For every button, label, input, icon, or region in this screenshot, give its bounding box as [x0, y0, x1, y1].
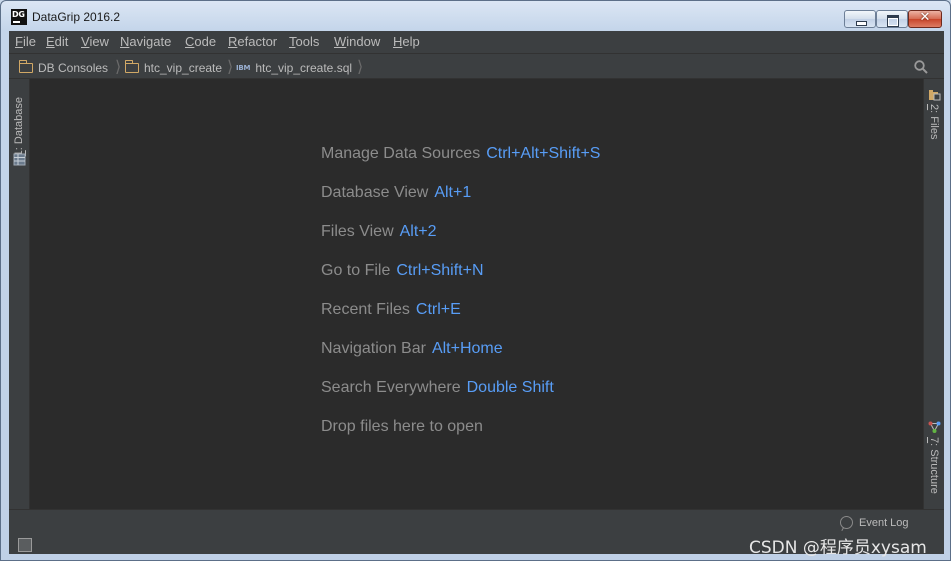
- tool-window-text: : Database: [13, 97, 25, 151]
- right-tool-strip: 2: Files 7: Structure: [923, 79, 944, 509]
- breadcrumb-label: htc_vip_create: [144, 61, 223, 75]
- tool-window-database[interactable]: 1: Database: [11, 97, 28, 169]
- hint-shortcut: Ctrl+Alt+Shift+S: [486, 145, 601, 162]
- tool-window-structure[interactable]: 7: Structure: [926, 421, 943, 503]
- hint-label: Files View: [321, 223, 394, 240]
- menu-label: ode: [194, 34, 217, 49]
- event-log-label: Event Log: [859, 516, 909, 529]
- tool-window-label: 7: Structure: [928, 437, 940, 494]
- tool-window-files[interactable]: 2: Files: [926, 87, 943, 143]
- hint-go-to-file: Go to File Ctrl+Shift+N: [321, 262, 484, 280]
- menu-label: iew: [89, 34, 109, 49]
- folder-icon: [124, 60, 139, 73]
- menu-label: indow: [346, 34, 381, 49]
- event-log-button[interactable]: Event Log: [840, 516, 909, 529]
- hint-drop-files: Drop files here to open: [321, 418, 483, 436]
- hint-label: Go to File: [321, 262, 391, 279]
- breadcrumb-label: htc_vip_create.sql: [255, 61, 353, 75]
- folder-icon: [18, 60, 33, 73]
- breadcrumb-db-consoles[interactable]: DB Consoles: [18, 59, 109, 77]
- sql-file-icon: IBM: [236, 64, 251, 72]
- search-icon[interactable]: [914, 60, 928, 74]
- hint-manage-data-sources: Manage Data Sources Ctrl+Alt+Shift+S: [321, 145, 600, 163]
- app-icon-text: DG: [12, 10, 25, 19]
- hint-label: Search Everywhere: [321, 379, 461, 396]
- menu-label: elp: [402, 34, 420, 49]
- database-icon: [13, 153, 26, 166]
- left-tool-strip: 1: Database: [9, 79, 30, 509]
- hint-search-everywhere: Search Everywhere Double Shift: [321, 379, 554, 397]
- hint-label: Recent Files: [321, 301, 410, 318]
- menu-label: ile: [22, 34, 36, 49]
- editor-area[interactable]: Manage Data Sources Ctrl+Alt+Shift+S Data…: [31, 79, 922, 509]
- minimize-button[interactable]: [844, 10, 876, 28]
- tool-window-label: 1: Database: [13, 97, 25, 156]
- hint-shortcut: Alt+1: [434, 184, 472, 201]
- window-title: DataGrip 2016.2: [32, 10, 121, 24]
- menu-tools[interactable]: Tools: [289, 34, 319, 49]
- status-bar: Event Log CSDN @程序员xysam: [9, 509, 944, 558]
- breadcrumb-label: DB Consoles: [38, 61, 109, 75]
- menu-mnemonic: C: [185, 34, 195, 49]
- menu-help[interactable]: Help: [393, 34, 420, 49]
- datagrip-app-icon: DG: [11, 9, 27, 25]
- maximize-button[interactable]: [876, 10, 908, 28]
- tool-window-label: 2: Files: [928, 104, 940, 139]
- ide-main: File Edit View Navigate Code Refactor To…: [9, 31, 944, 558]
- event-log-icon: [840, 516, 853, 529]
- hint-shortcut: Double Shift: [466, 379, 554, 396]
- menu-label: ools: [295, 34, 320, 49]
- close-icon: ✕: [919, 10, 931, 25]
- hint-recent-files: Recent Files Ctrl+E: [321, 301, 461, 319]
- hint-files-view: Files View Alt+2: [321, 223, 437, 241]
- menu-edit[interactable]: Edit: [46, 34, 68, 49]
- navigation-bar: DB Consoles ⟩ htc_vip_create ⟩ IBM htc_v…: [9, 53, 944, 79]
- menu-mnemonic: R: [228, 34, 238, 49]
- hint-label: Drop files here to open: [321, 418, 483, 435]
- breadcrumb-htc-vip-create[interactable]: htc_vip_create: [124, 59, 223, 77]
- hint-label: Database View: [321, 184, 429, 201]
- breadcrumb-sql-file[interactable]: IBM htc_vip_create.sql: [236, 59, 352, 77]
- hint-shortcut: Alt+Home: [431, 340, 503, 357]
- menu-window[interactable]: Window: [334, 34, 380, 49]
- tool-window-text: : Files: [928, 110, 940, 140]
- menu-bar: File Edit View Navigate Code Refactor To…: [9, 31, 944, 53]
- chevron-right-icon: ⟩: [115, 57, 122, 76]
- tool-window-toggle-icon[interactable]: [18, 538, 32, 552]
- chevron-right-icon: ⟩: [227, 57, 234, 76]
- title-bar[interactable]: DG DataGrip 2016.2 ✕: [1, 1, 950, 31]
- window-frame: DG DataGrip 2016.2 ✕ File Edit View Navi…: [0, 0, 951, 561]
- menu-view[interactable]: View: [81, 34, 109, 49]
- hint-label: Manage Data Sources: [321, 145, 481, 162]
- menu-mnemonic: W: [334, 34, 347, 49]
- hint-shortcut: Ctrl+Shift+N: [396, 262, 484, 279]
- menu-mnemonic: F: [15, 34, 23, 49]
- structure-icon: [928, 421, 941, 433]
- menu-mnemonic: E: [46, 34, 55, 49]
- hint-navigation-bar: Navigation Bar Alt+Home: [321, 340, 503, 358]
- hint-database-view: Database View Alt+1: [321, 184, 471, 202]
- menu-mnemonic: H: [393, 34, 403, 49]
- watermark: CSDN @程序员xysam: [749, 538, 927, 558]
- tool-window-text: : Structure: [928, 443, 940, 494]
- menu-refactor[interactable]: Refactor: [228, 34, 277, 49]
- close-button[interactable]: ✕: [908, 10, 942, 28]
- menu-label: avigate: [129, 34, 172, 49]
- hint-shortcut: Alt+2: [399, 223, 437, 240]
- chevron-right-icon: ⟩: [357, 57, 364, 76]
- hint-shortcut: Ctrl+E: [415, 301, 461, 318]
- menu-label: efactor: [237, 34, 278, 49]
- files-icon: [929, 90, 941, 101]
- menu-mnemonic: N: [120, 34, 130, 49]
- menu-code[interactable]: Code: [185, 34, 216, 49]
- hint-label: Navigation Bar: [321, 340, 426, 357]
- menu-navigate[interactable]: Navigate: [120, 34, 171, 49]
- menu-file[interactable]: File: [15, 34, 36, 49]
- menu-label: dit: [54, 34, 69, 49]
